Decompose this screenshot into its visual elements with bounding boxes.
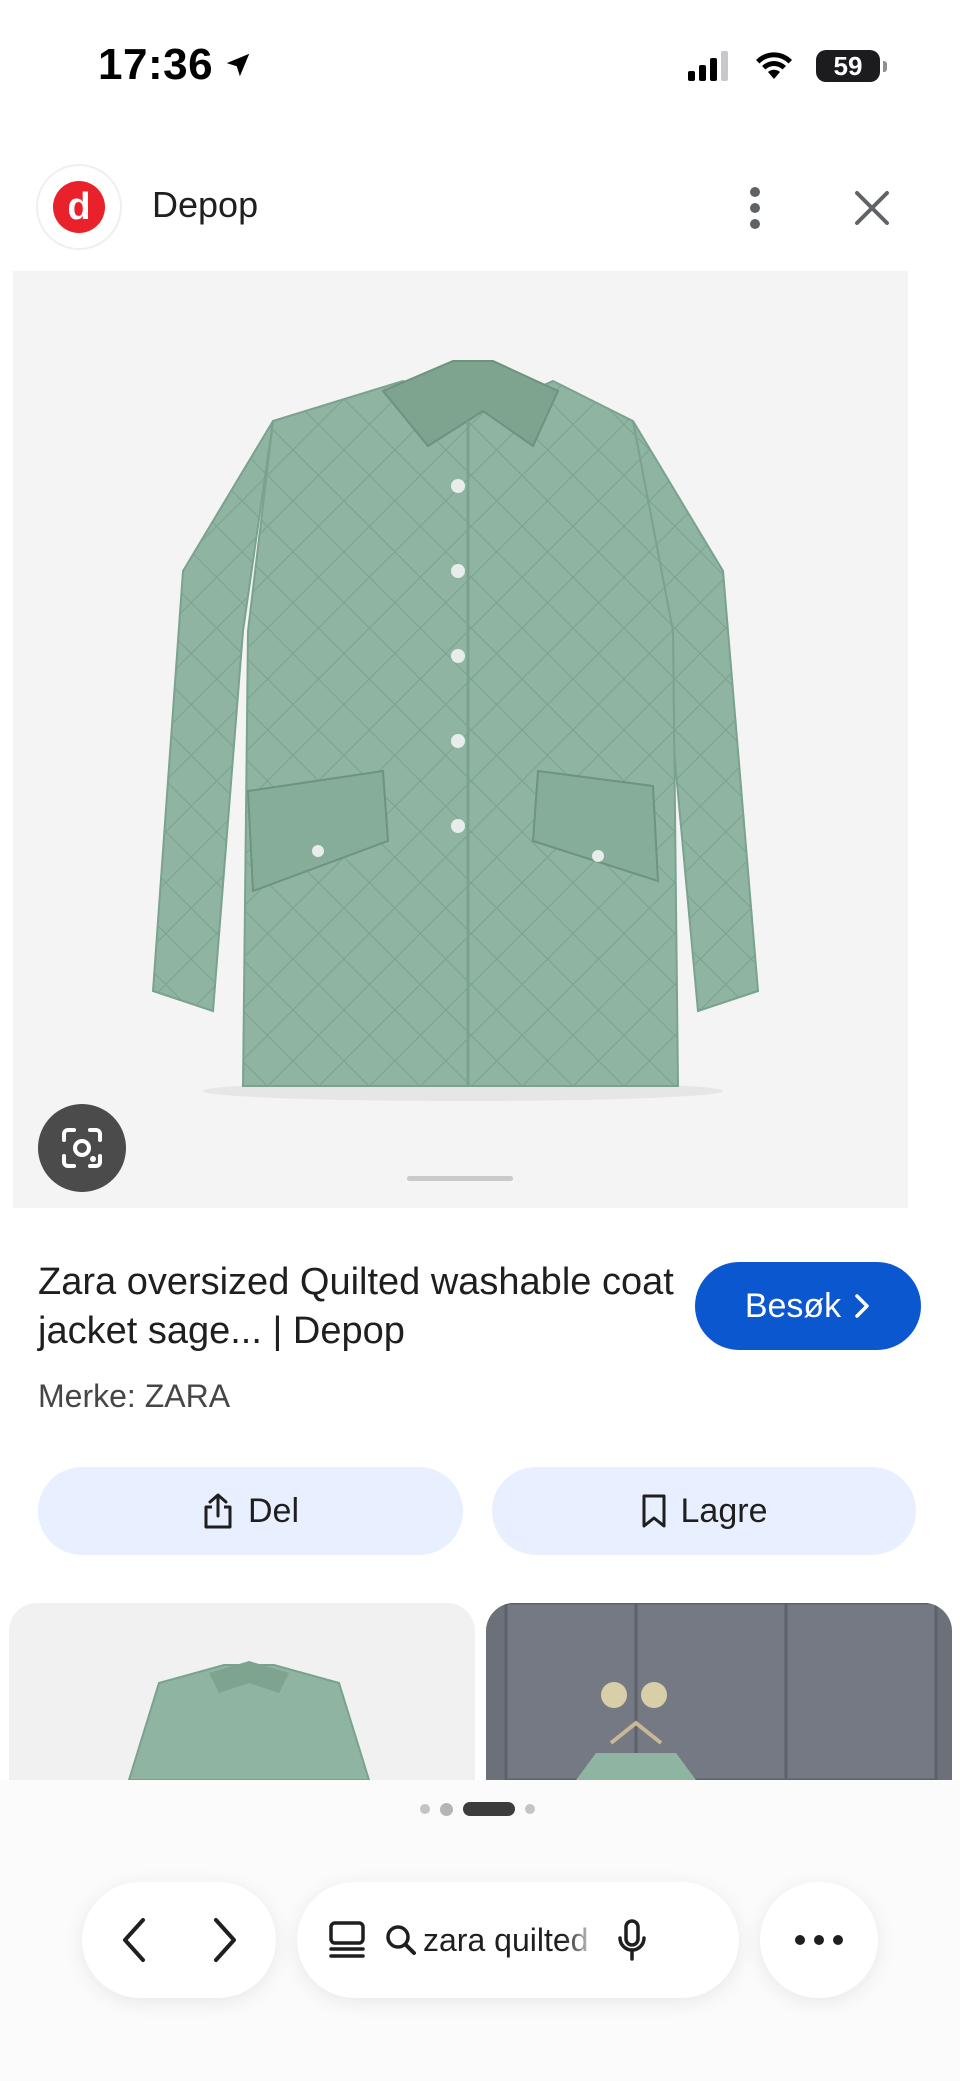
lens-icon: [62, 1128, 102, 1168]
site-name[interactable]: Depop: [152, 184, 258, 226]
location-arrow-icon: [226, 53, 250, 77]
forward-button[interactable]: [210, 1916, 240, 1964]
page-dot: [420, 1804, 430, 1814]
jacket-illustration: [151, 360, 760, 1101]
wifi-icon: [756, 52, 792, 79]
more-options-button[interactable]: [735, 180, 775, 236]
search-icon: [386, 1925, 416, 1955]
share-label: Del: [247, 1491, 300, 1530]
visit-button[interactable]: Besøk: [695, 1262, 921, 1350]
brand-label: Merke: ZARA: [38, 1378, 231, 1414]
result-title[interactable]: Zara oversized Quilted washable coat jac…: [38, 1258, 678, 1356]
share-icon: [204, 1493, 232, 1529]
status-bar-time: 17:36: [98, 40, 253, 90]
related-image-2[interactable]: [486, 1603, 952, 1780]
status-icons: 59: [688, 50, 887, 82]
tabs-button[interactable]: [327, 1920, 367, 1960]
search-query[interactable]: zara quilted: [385, 1922, 599, 1959]
address-bar[interactable]: zara quilted: [297, 1882, 739, 1998]
time-label: 17:36: [98, 40, 214, 89]
battery-level: 59: [833, 50, 863, 81]
page-dot: [525, 1804, 535, 1814]
mic-icon: [618, 1919, 646, 1961]
more-vertical-icon: [750, 187, 760, 229]
forward-icon: [213, 1918, 236, 1962]
share-button[interactable]: Del: [38, 1467, 463, 1555]
site-logo-letter: d: [67, 186, 91, 228]
tabs-icon: [329, 1921, 365, 1958]
navigation-controls: [82, 1882, 276, 1998]
battery-icon: 59: [816, 50, 887, 82]
page-dot-active: [463, 1802, 515, 1816]
cellular-signal-icon: [688, 51, 728, 81]
close-icon: [855, 191, 889, 225]
save-button[interactable]: Lagre: [492, 1467, 916, 1555]
page-indicator: [420, 1802, 535, 1816]
back-button[interactable]: [119, 1916, 149, 1964]
depop-logo-icon: d: [53, 181, 105, 233]
voice-search-button[interactable]: [617, 1919, 647, 1961]
back-icon: [122, 1918, 145, 1962]
chevron-right-icon: [855, 1294, 869, 1318]
save-label: Lagre: [680, 1491, 768, 1530]
image-drag-handle[interactable]: [407, 1176, 513, 1181]
lens-search-button[interactable]: [38, 1104, 126, 1192]
browser-menu-button[interactable]: [760, 1882, 878, 1998]
bookmark-icon: [642, 1494, 666, 1528]
related-image-1[interactable]: [9, 1603, 475, 1780]
page-dot: [440, 1802, 453, 1816]
search-query-text: zara quilted: [423, 1921, 589, 1958]
product-image[interactable]: [13, 271, 908, 1208]
close-button[interactable]: [848, 184, 896, 232]
more-horizontal-icon: [795, 1935, 843, 1945]
wardrobe-thumbnail: [504, 1603, 938, 1780]
visit-label: Besøk: [744, 1286, 842, 1325]
jacket-back-thumbnail: [127, 1661, 371, 1780]
site-logo[interactable]: d: [38, 166, 120, 248]
